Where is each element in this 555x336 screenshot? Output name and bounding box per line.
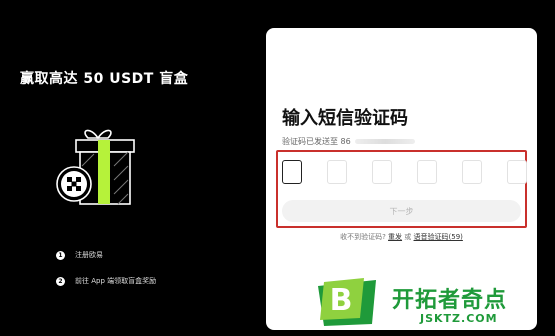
svg-text:B: B — [330, 283, 353, 318]
otp-digit-input[interactable] — [372, 160, 392, 184]
page-title: 输入短信验证码 — [282, 108, 408, 129]
sent-to-label: 验证码已发送至 86 — [282, 137, 351, 146]
resend-link[interactable]: 重发 — [388, 233, 402, 241]
promo-title: 赢取高达 50 USDT 盲盒 — [20, 71, 189, 87]
promo-steps: 1 注册欧易 2 前往 App 端领取盲盒奖励 — [56, 248, 156, 300]
or-text: 或 — [404, 233, 412, 241]
step-number: 1 — [56, 250, 65, 260]
step-label: 前往 App 端领取盲盒奖励 — [75, 277, 157, 285]
step-item: 1 注册欧易 — [56, 248, 156, 262]
gift-box-icon — [56, 129, 135, 205]
otp-digit-input[interactable] — [327, 160, 347, 184]
masked-phone-number — [354, 139, 415, 144]
otp-digit-input[interactable] — [282, 160, 302, 184]
otp-input-group — [282, 160, 527, 184]
step-item: 2 前往 App 端领取盲盒奖励 — [56, 274, 156, 288]
watermark-logo-icon: B — [318, 278, 376, 326]
sent-to-text: 验证码已发送至 86 — [282, 136, 415, 147]
step-number: 2 — [56, 276, 65, 286]
resend-prompt: 收不到验证码? — [340, 233, 386, 241]
otp-digit-input[interactable] — [417, 160, 437, 184]
watermark-text: 开拓者奇点 — [392, 288, 508, 313]
watermark-url: JSKTZ.COM — [420, 312, 498, 325]
step-label: 注册欧易 — [75, 251, 103, 259]
voice-code-link[interactable]: 语音验证码(59) — [414, 233, 463, 241]
otp-digit-input[interactable] — [462, 160, 482, 184]
otp-digit-input[interactable] — [507, 160, 527, 184]
next-step-button[interactable]: 下一步 — [282, 200, 521, 222]
resend-row: 收不到验证码? 重发 或 语音验证码(59) — [266, 232, 537, 242]
